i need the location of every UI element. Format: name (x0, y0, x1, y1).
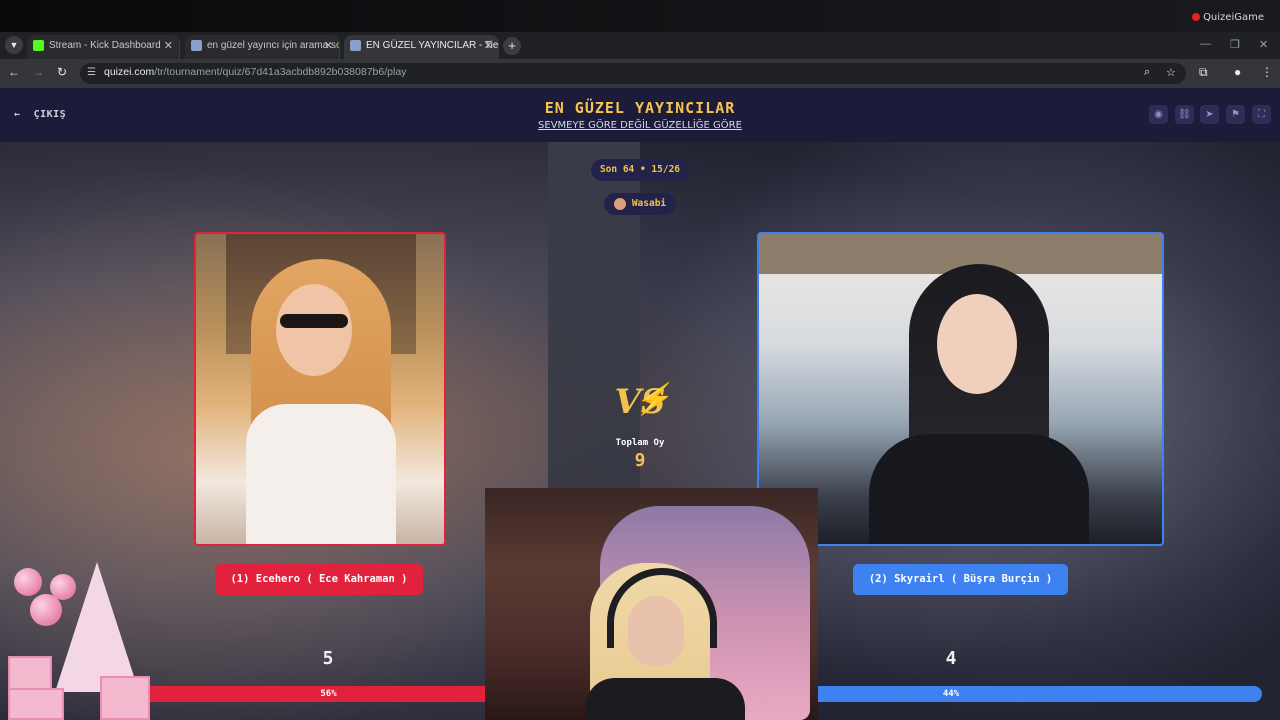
ornament-icon (14, 568, 42, 596)
contestant-card-left[interactable] (194, 232, 446, 546)
vs-icon: VS ⚡ (614, 382, 672, 422)
streamer-webcam (485, 488, 818, 720)
close-tab-icon[interactable]: ✕ (324, 35, 333, 57)
site-favicon-icon (350, 40, 361, 51)
close-tab-icon[interactable]: ✕ (484, 35, 493, 57)
close-tab-icon[interactable]: ✕ (164, 35, 173, 57)
vote-button-left[interactable]: (1) Ecehero ( Ece Kahraman ) (215, 564, 423, 595)
lightning-icon: ⚡ (634, 382, 672, 417)
forward-arrow-icon[interactable]: → (30, 65, 46, 79)
minimize-icon[interactable]: — (1200, 38, 1211, 50)
photo-top (246, 404, 396, 544)
tab-title: Stream - Kick Dashboard (49, 40, 161, 51)
sunglasses (280, 314, 348, 328)
quiz-subtitle[interactable]: SEVMEYE GÖRE DEĞİL GÜZELLİĞE GÖRE (0, 120, 1280, 131)
tab-kick-dashboard[interactable]: Stream - Kick Dashboard ✕ (27, 35, 180, 59)
christmas-decoration (0, 538, 170, 720)
tab-quiz[interactable]: EN GÜZEL YAYINCILAR - Tier List ✕ (344, 35, 499, 59)
gift-box-icon (8, 688, 64, 720)
round-badge: Son 64 • 15/26 (591, 159, 689, 181)
maximize-icon[interactable]: ❐ (1230, 38, 1240, 51)
tab-search-button[interactable]: ▼ (5, 36, 23, 54)
zoom-icon[interactable]: ⌕ (1144, 66, 1150, 79)
extensions-icon[interactable]: ⧉ (1199, 65, 1208, 80)
back-arrow-icon[interactable]: ← (6, 65, 22, 79)
avatar (613, 197, 626, 210)
bookmark-star-icon[interactable]: ☆ (1166, 66, 1176, 79)
left-vote-count: 5 (322, 648, 334, 669)
host-name: Wasabi (631, 198, 667, 209)
url-domain: quizei.com (104, 66, 155, 78)
profile-icon[interactable]: ● (1234, 65, 1241, 79)
stream-top-strip: QuizeiGame (0, 0, 1280, 32)
site-favicon-icon (191, 40, 202, 51)
photo-face (937, 294, 1017, 394)
total-votes-count: 9 (634, 450, 646, 471)
site-info-icon[interactable]: ☰ (87, 67, 99, 79)
address-bar[interactable]: ☰ quizei.com/tr/tournament/quiz/67d41a3a… (80, 63, 1186, 84)
watermark-text: QuizeiGame (1203, 12, 1264, 23)
contestant-card-right[interactable] (757, 232, 1164, 546)
eye-icon[interactable]: ◉ (1149, 105, 1168, 124)
new-tab-button[interactable]: + (503, 37, 521, 55)
gift-box-icon (8, 656, 52, 690)
url-path: /tr/tournament/quiz/67d41a3acbdb892b0380… (154, 66, 407, 78)
left-percent-label: 56% (320, 689, 337, 699)
reload-icon[interactable]: ↻ (54, 65, 70, 79)
flag-icon[interactable]: ⚑ (1226, 105, 1245, 124)
ornament-icon (30, 594, 62, 626)
host-badge: Wasabi (604, 193, 676, 215)
streamer-shirt (585, 678, 745, 720)
url-text: quizei.com/tr/tournament/quiz/67d41a3acb… (104, 66, 406, 78)
gift-box-icon (100, 676, 150, 720)
browser-toolbar: ← → ↻ ☰ quizei.com/tr/tournament/quiz/67… (0, 59, 1280, 88)
quiz-title: EN GÜZEL YAYINCILAR (544, 99, 736, 117)
tab-search-results[interactable]: en güzel yayıncı için arama sonuçları ✕ (185, 35, 340, 59)
kick-favicon-icon (33, 40, 44, 51)
menu-icon[interactable]: ⋮ (1261, 65, 1273, 79)
total-votes-label: Toplam Oy (615, 438, 665, 448)
link-icon[interactable]: ⛓ (1175, 105, 1194, 124)
watermark-logo-icon (1192, 13, 1201, 21)
quiz-header: ← ÇIKIŞ EN GÜZEL YAYINCILAR SEVMEYE GÖRE… (0, 88, 1280, 142)
photo-jacket (869, 434, 1089, 544)
fullscreen-icon[interactable]: ⛶ (1252, 105, 1271, 124)
photo-face (276, 284, 352, 376)
right-vote-count: 4 (945, 648, 957, 669)
tab-title: EN GÜZEL YAYINCILAR - Tier List (366, 40, 499, 51)
watermark: QuizeiGame (1192, 12, 1264, 23)
close-window-icon[interactable]: ✕ (1259, 38, 1268, 51)
browser-tab-bar: ▼ Stream - Kick Dashboard ✕ en güzel yay… (0, 32, 1280, 59)
tab-title: en güzel yayıncı için arama sonuçları (207, 40, 339, 51)
vote-button-right[interactable]: (2) Skyrairl ( Büşra Burçin ) (853, 564, 1068, 595)
send-icon[interactable]: ➤ (1200, 105, 1219, 124)
